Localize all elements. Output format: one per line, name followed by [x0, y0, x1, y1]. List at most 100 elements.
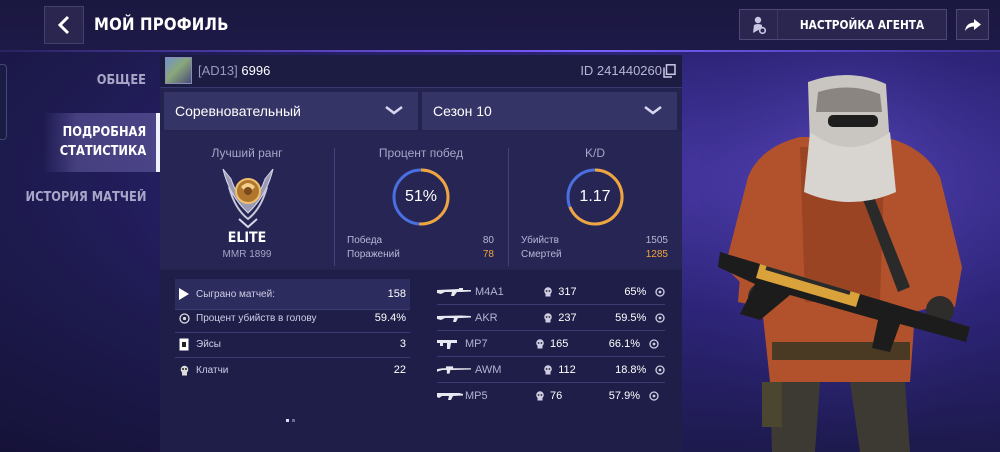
weapon-row-akr: AKR 237 59.5%: [437, 307, 665, 329]
headshot-icon: [649, 339, 659, 349]
headshot-icon: [655, 287, 665, 297]
season-dropdown-value: Сезон 10: [433, 103, 492, 119]
weapon-hs-pct: 65%: [624, 286, 647, 298]
stat-row-matches: Сыграно матчей: 158: [175, 282, 410, 306]
stat-value: 59.4%: [374, 312, 406, 324]
winrate-value: 51%: [404, 188, 438, 205]
share-button[interactable]: [956, 9, 989, 40]
page-title: МОЙ ПРОФИЛЬ: [94, 15, 229, 35]
share-arrow-icon: [964, 18, 981, 31]
rifle-icon: [437, 288, 471, 296]
skull-icon: [536, 391, 544, 401]
copy-icon[interactable]: [663, 64, 676, 78]
weapon-name: MP7: [465, 338, 488, 350]
elite-rank-emblem-icon: [222, 168, 274, 229]
weapon-kills: 112: [558, 364, 576, 376]
weapon-kills: 317: [558, 286, 577, 298]
weapon-kills: 76: [550, 390, 563, 402]
clutch-icon: [180, 365, 188, 375]
stat-label: Сыграно матчей:: [196, 288, 275, 300]
weapon-hs-pct: 66.1%: [608, 338, 640, 350]
stat-label: Клатчи: [196, 364, 229, 376]
agent-settings-label: НАСТРОЙКА АГЕНТА: [799, 17, 925, 32]
nickname: 6996: [241, 63, 271, 78]
chevron-left-icon: [57, 15, 70, 35]
weapon-name: AWM: [475, 364, 502, 376]
weapon-row-awm: AWM 112 18.8%: [437, 359, 665, 381]
divider: [334, 148, 335, 266]
weapon-hs-pct: 18.8%: [615, 364, 647, 376]
stat-value: 22: [393, 364, 406, 376]
agent-icon: [740, 10, 778, 39]
page-dot-active[interactable]: [286, 419, 289, 422]
row-divider: [437, 382, 665, 383]
row-divider: [437, 330, 665, 331]
weapon-hs-pct: 57.9%: [608, 390, 640, 402]
winrate-title: Процент побед: [378, 146, 464, 160]
kd-value: 1.17: [579, 188, 611, 205]
wins-value: 80: [482, 235, 494, 246]
chevron-down-icon: [644, 106, 662, 115]
agent-character: [700, 52, 1000, 452]
rank-name: ELITE: [227, 230, 267, 246]
skull-icon: [544, 287, 553, 297]
weapon-name: AKR: [475, 312, 498, 324]
skull-icon: [544, 313, 553, 323]
row-divider: [437, 356, 665, 357]
weapon-name: M4A1: [475, 286, 504, 298]
sniper-icon: [437, 366, 471, 374]
rifle-icon: [437, 315, 471, 322]
play-icon: [179, 288, 189, 300]
kills-value: 1505: [645, 235, 668, 246]
weapon-name: MP5: [465, 390, 488, 402]
stat-label: Процент убийств в голову: [196, 312, 317, 324]
weapon-kills: 165: [550, 338, 569, 350]
agent-settings-button[interactable]: НАСТРОЙКА АГЕНТА: [739, 9, 947, 40]
weapon-hs-pct: 59.5%: [615, 312, 647, 324]
wins-label: Победа: [347, 235, 383, 246]
kills-label: Убийств: [521, 235, 559, 246]
headshot-icon: [655, 313, 665, 323]
mode-dropdown-value: Соревновательный: [175, 103, 301, 119]
aces-icon: [179, 338, 189, 350]
losses-label: Поражений: [347, 249, 400, 260]
smg-icon: [437, 340, 457, 349]
weapon-row-m4a1: M4A1 317 65%: [437, 281, 665, 303]
page-dot[interactable]: [292, 419, 295, 422]
page-indicator[interactable]: [286, 419, 295, 422]
stat-row-clutches: Клатчи 22: [175, 358, 410, 382]
rank-mmr: MMR 1899: [222, 249, 272, 260]
weapon-row-mp7: MP7 165 66.1%: [437, 333, 665, 355]
divider: [508, 148, 509, 266]
stat-value: 158: [387, 288, 406, 300]
headshot-icon: [655, 365, 665, 375]
sidebar-item-match-history[interactable]: ИСТОРИЯ МАТЧЕЙ: [25, 188, 146, 207]
sidebar-item-general[interactable]: ОБЩЕЕ: [97, 71, 146, 90]
kd-title: K/D: [584, 146, 605, 160]
clan-tag: [AD13]: [198, 63, 238, 78]
weapon-row-mp5: MP5 76 57.9%: [437, 385, 665, 407]
stat-value: 3: [399, 338, 406, 350]
deaths-value: 1285: [645, 249, 668, 260]
player-name: [AD13] 6996: [198, 63, 270, 78]
headshot-icon: [178, 312, 190, 324]
losses-value: 78: [482, 249, 494, 260]
weapon-kills: 237: [558, 312, 577, 324]
skull-icon: [544, 365, 553, 375]
headshot-icon: [649, 391, 659, 401]
player-id: ID 241440260: [580, 63, 662, 78]
stat-row-headshots: Процент убийств в голову 59.4%: [175, 306, 410, 330]
avatar[interactable]: [165, 57, 192, 84]
back-button[interactable]: [44, 6, 84, 44]
side-drawer-handle[interactable]: [0, 64, 7, 140]
stat-row-aces: Эйсы 3: [175, 332, 410, 356]
mode-dropdown[interactable]: Соревновательный: [164, 92, 418, 130]
sidebar-item-detailed-stats-label: ПОДРОБНАЯ СТАТИСТИКА: [59, 125, 146, 159]
chevron-down-icon: [385, 106, 403, 115]
row-divider: [437, 304, 665, 305]
season-dropdown[interactable]: Сезон 10: [422, 92, 677, 130]
stat-label: Эйсы: [196, 338, 221, 350]
skull-icon: [536, 339, 544, 349]
deaths-label: Смертей: [521, 249, 562, 260]
smg-icon: [437, 393, 463, 400]
